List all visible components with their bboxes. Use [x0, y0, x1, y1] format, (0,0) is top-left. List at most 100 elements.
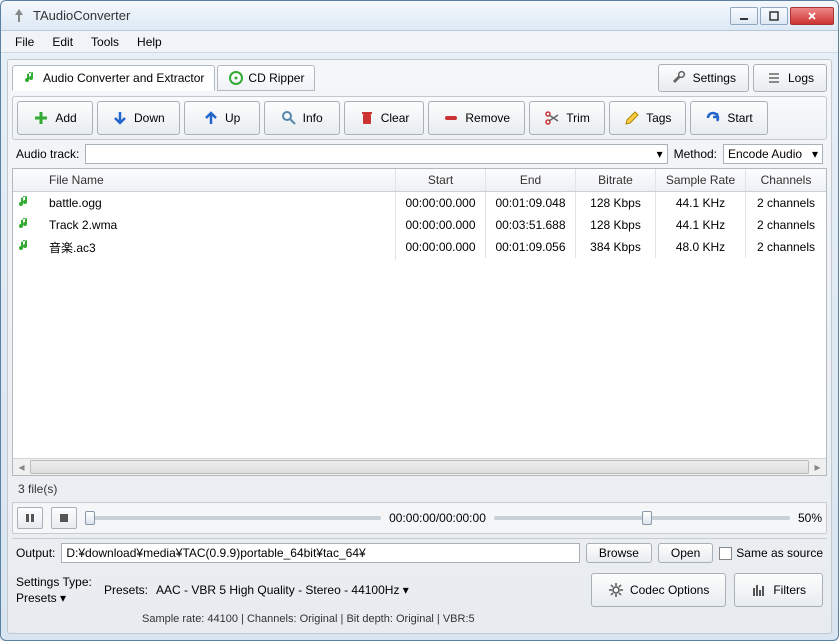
cell-channels: 2 channels [746, 192, 826, 214]
preset-info: Sample rate: 44100 | Channels: Original … [12, 611, 827, 629]
cell-channels: 2 channels [746, 214, 826, 236]
up-button[interactable]: Up [184, 101, 260, 135]
minimize-button[interactable] [730, 7, 758, 25]
table-row[interactable]: Track 2.wma00:00:00.00000:03:51.688128 K… [13, 214, 826, 236]
scissors-icon [544, 110, 560, 126]
cell-channels: 2 channels [746, 236, 826, 258]
logs-button[interactable]: Logs [753, 64, 827, 92]
menu-help[interactable]: Help [129, 33, 170, 51]
cell-start: 00:00:00.000 [396, 214, 486, 236]
table-row[interactable]: battle.ogg00:00:00.00000:01:09.048128 Kb… [13, 192, 826, 214]
add-button[interactable]: Add [17, 101, 93, 135]
cell-bitrate: 128 Kbps [576, 214, 656, 236]
music-note-icon [17, 238, 33, 254]
browse-button[interactable]: Browse [586, 543, 652, 563]
tab-label: CD Ripper [248, 71, 304, 85]
volume-display: 50% [798, 511, 822, 525]
col-channels[interactable]: Channels [746, 169, 826, 191]
method-combo[interactable]: Encode Audio ▾ [723, 144, 823, 164]
settings-button[interactable]: Settings [658, 64, 749, 92]
trash-icon [359, 110, 375, 126]
wrench-icon [671, 70, 687, 86]
chevron-down-icon: ▾ [812, 147, 818, 161]
menu-file[interactable]: File [7, 33, 42, 51]
settings-type-combo[interactable]: Presets ▾ [16, 591, 96, 605]
same-as-source-checkbox[interactable]: Same as source [719, 546, 823, 560]
col-bitrate[interactable]: Bitrate [576, 169, 656, 191]
clear-button[interactable]: Clear [344, 101, 425, 135]
stop-button[interactable] [51, 507, 77, 529]
filters-button[interactable]: Filters [734, 573, 823, 607]
cell-filename: Track 2.wma [41, 214, 396, 236]
table-row[interactable]: 音楽.ac300:00:00.00000:01:09.056384 Kbps48… [13, 236, 826, 258]
arrow-up-icon [203, 110, 219, 126]
toolbar: Add Down Up Info Clear Remove Trim Tags … [12, 96, 827, 140]
scroll-right-icon[interactable]: ▸ [809, 459, 826, 475]
content-area: Audio Converter and Extractor CD Ripper … [7, 59, 832, 634]
tab-label: Audio Converter and Extractor [43, 71, 204, 85]
info-button[interactable]: Info [264, 101, 340, 135]
presets-combo[interactable]: AAC - VBR 5 High Quality - Stereo - 4410… [156, 583, 583, 597]
list-icon [766, 70, 782, 86]
trim-button[interactable]: Trim [529, 101, 605, 135]
output-path-input[interactable] [61, 543, 580, 563]
cell-filename: battle.ogg [41, 192, 396, 214]
audio-track-combo[interactable]: ▾ [85, 144, 667, 164]
menubar: File Edit Tools Help [1, 31, 838, 53]
chevron-down-icon: ▾ [60, 591, 66, 605]
down-button[interactable]: Down [97, 101, 180, 135]
table-body: battle.ogg00:00:00.00000:01:09.048128 Kb… [13, 192, 826, 458]
menu-edit[interactable]: Edit [44, 33, 81, 51]
cell-start: 00:00:00.000 [396, 192, 486, 214]
scroll-left-icon[interactable]: ◂ [13, 459, 30, 475]
horizontal-scrollbar[interactable]: ◂ ▸ [13, 458, 826, 475]
tags-button[interactable]: Tags [609, 101, 686, 135]
cell-samplerate: 44.1 KHz [656, 192, 746, 214]
app-window: TAudioConverter File Edit Tools Help Aud… [0, 0, 839, 641]
start-button[interactable]: Start [690, 101, 767, 135]
output-label: Output: [16, 546, 55, 560]
music-note-icon [17, 216, 33, 232]
button-label: Settings [693, 71, 736, 85]
audio-track-label: Audio track: [16, 147, 79, 161]
cell-bitrate: 128 Kbps [576, 192, 656, 214]
magnifier-icon [281, 110, 297, 126]
equalizer-icon [751, 582, 767, 598]
menu-tools[interactable]: Tools [83, 33, 127, 51]
col-filename[interactable]: File Name [41, 169, 396, 191]
seek-slider[interactable] [85, 516, 381, 520]
pencil-icon [624, 110, 640, 126]
chevron-down-icon: ▾ [403, 583, 409, 597]
tab-converter[interactable]: Audio Converter and Extractor [12, 65, 215, 91]
cell-filename: 音楽.ac3 [41, 235, 396, 260]
titlebar: TAudioConverter [1, 1, 838, 31]
col-end[interactable]: End [486, 169, 576, 191]
app-icon [11, 8, 27, 24]
music-note-icon [17, 194, 33, 210]
cell-end: 00:01:09.056 [486, 236, 576, 258]
volume-slider[interactable] [494, 516, 790, 520]
gear-icon [608, 582, 624, 598]
player-bar: 00:00:00/00:00:00 50% [12, 502, 827, 534]
refresh-icon [705, 110, 721, 126]
col-samplerate[interactable]: Sample Rate [656, 169, 746, 191]
codec-options-button[interactable]: Codec Options [591, 573, 726, 607]
presets-label: Presets: [104, 583, 148, 597]
close-button[interactable] [790, 7, 834, 25]
tab-ripper[interactable]: CD Ripper [217, 65, 315, 91]
table-header: File Name Start End Bitrate Sample Rate … [13, 169, 826, 192]
output-row: Output: Browse Open Same as source [12, 538, 827, 567]
tab-row: Audio Converter and Extractor CD Ripper … [12, 64, 827, 92]
music-note-icon [23, 70, 39, 86]
open-button[interactable]: Open [658, 543, 713, 563]
maximize-button[interactable] [760, 7, 788, 25]
scroll-thumb[interactable] [30, 460, 809, 474]
minus-icon [443, 110, 459, 126]
col-start[interactable]: Start [396, 169, 486, 191]
plus-icon [33, 110, 49, 126]
arrow-down-icon [112, 110, 128, 126]
remove-button[interactable]: Remove [428, 101, 525, 135]
chevron-down-icon: ▾ [657, 147, 663, 161]
button-label: Logs [788, 71, 814, 85]
pause-button[interactable] [17, 507, 43, 529]
